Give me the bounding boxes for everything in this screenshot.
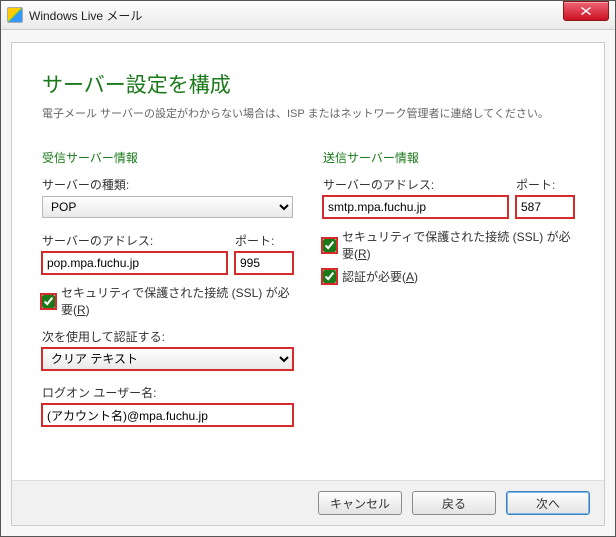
close-button[interactable] <box>563 1 609 21</box>
incoming-port-label: ポート: <box>235 232 293 249</box>
logon-user-input[interactable] <box>42 404 293 426</box>
outgoing-address-label: サーバーのアドレス: <box>323 176 508 193</box>
incoming-heading: 受信サーバー情報 <box>42 149 293 166</box>
cancel-button[interactable]: キャンセル <box>318 491 402 515</box>
next-button[interactable]: 次へ <box>506 491 590 515</box>
logon-user-label: ログオン ユーザー名: <box>42 384 293 401</box>
outgoing-port-input[interactable] <box>516 196 574 218</box>
server-type-label: サーバーの種類: <box>42 176 293 193</box>
page-subtitle: 電子メール サーバーの設定がわからない場合は、ISP またはネットワーク管理者に… <box>42 105 574 121</box>
auth-method-label: 次を使用して認証する: <box>42 328 293 345</box>
outgoing-port-label: ポート: <box>516 176 574 193</box>
incoming-port-input[interactable] <box>235 252 293 274</box>
outgoing-column: 送信サーバー情報 サーバーのアドレス: ポート: セキュリティで保護された接続 … <box>323 149 574 426</box>
incoming-ssl-checkbox[interactable] <box>42 295 55 308</box>
outgoing-auth-checkbox[interactable] <box>323 270 336 283</box>
back-button[interactable]: 戻る <box>412 491 496 515</box>
content-panel: サーバー設定を構成 電子メール サーバーの設定がわからない場合は、ISP または… <box>11 42 605 526</box>
outgoing-address-input[interactable] <box>323 196 508 218</box>
incoming-column: 受信サーバー情報 サーバーの種類: POP サーバーのアドレス: ポート: <box>42 149 293 426</box>
titlebar: Windows Live メール <box>1 1 615 30</box>
outgoing-auth-label: 認証が必要(A) <box>342 268 418 285</box>
footer-bar: キャンセル 戻る 次へ <box>12 480 604 525</box>
incoming-address-label: サーバーのアドレス: <box>42 232 227 249</box>
incoming-ssl-row: セキュリティで保護された接続 (SSL) が必要(R) <box>42 284 293 318</box>
close-icon <box>581 7 591 15</box>
dialog-window: Windows Live メール サーバー設定を構成 電子メール サーバーの設定… <box>0 0 616 537</box>
incoming-ssl-label: セキュリティで保護された接続 (SSL) が必要(R) <box>61 284 293 318</box>
auth-method-select[interactable]: クリア テキスト <box>42 348 293 370</box>
window-title: Windows Live メール <box>29 7 142 24</box>
outgoing-ssl-label: セキュリティで保護された接続 (SSL) が必要(R) <box>342 228 574 262</box>
page-title: サーバー設定を構成 <box>42 69 574 99</box>
outgoing-ssl-checkbox[interactable] <box>323 239 336 252</box>
server-type-select[interactable]: POP <box>42 196 293 218</box>
outgoing-heading: 送信サーバー情報 <box>323 149 574 166</box>
incoming-address-input[interactable] <box>42 252 227 274</box>
app-icon <box>7 7 23 23</box>
outgoing-auth-row: 認証が必要(A) <box>323 268 574 285</box>
outgoing-ssl-row: セキュリティで保護された接続 (SSL) が必要(R) <box>323 228 574 262</box>
